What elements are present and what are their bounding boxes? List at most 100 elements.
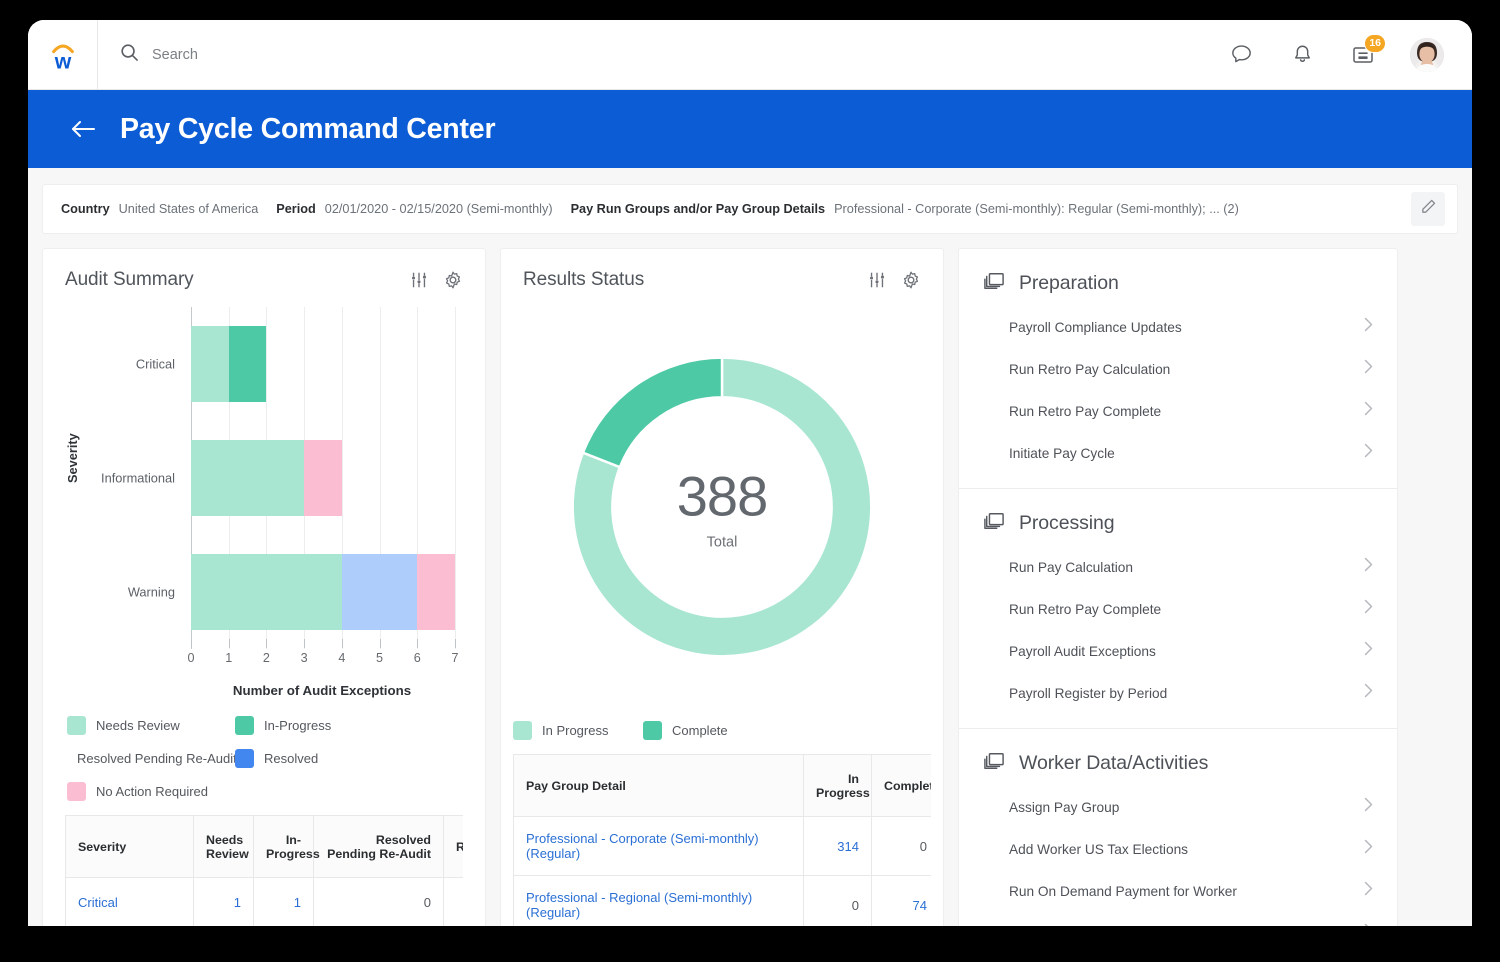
task-item[interactable]: Run Manual Payment for Worker bbox=[959, 912, 1397, 926]
task-item[interactable]: Payroll Compliance Updates bbox=[959, 306, 1397, 348]
legend-item[interactable]: In-Progress bbox=[235, 716, 331, 735]
task-panel: Preparation Payroll Compliance Updates Ru… bbox=[958, 248, 1398, 926]
bar-segment[interactable] bbox=[191, 554, 342, 630]
legend-swatch bbox=[67, 782, 86, 801]
search-input[interactable] bbox=[152, 43, 472, 67]
back-arrow-icon[interactable] bbox=[70, 119, 96, 139]
task-section: Worker Data/ActivitiesAssign Pay Group A… bbox=[959, 729, 1397, 926]
complete-cell[interactable]: 74 bbox=[872, 876, 932, 927]
table-row[interactable]: Critical1100 bbox=[66, 878, 464, 927]
task-item[interactable]: Initiate Pay Cycle bbox=[959, 432, 1397, 474]
legend-label: Resolved Pending Re-Audit bbox=[77, 751, 237, 766]
resolved-cell: 0 bbox=[444, 878, 464, 927]
donut-total-value: 388 bbox=[677, 464, 767, 529]
legend-item[interactable]: Complete bbox=[643, 721, 728, 740]
workday-logo[interactable]: w bbox=[28, 20, 98, 90]
audit-chart-legend: Needs Review In-Progress Resolved Pending … bbox=[43, 698, 485, 801]
pay-group-detail-cell[interactable]: Professional - Corporate (Semi-monthly) … bbox=[514, 817, 804, 876]
task-item[interactable]: Payroll Audit Exceptions bbox=[959, 630, 1397, 672]
chevron-right-icon bbox=[1364, 359, 1373, 379]
sliders-icon[interactable] bbox=[409, 270, 429, 290]
chevron-right-icon bbox=[1364, 881, 1373, 901]
paygroup-label: Pay Run Groups and/or Pay Group Details bbox=[571, 202, 826, 216]
bar-segment[interactable] bbox=[191, 326, 229, 402]
country-value: United States of America bbox=[119, 202, 259, 216]
bar-row[interactable]: Critical bbox=[191, 326, 455, 402]
legend-item[interactable]: Resolved Pending Re-Audit bbox=[67, 749, 235, 768]
task-item[interactable]: Payroll Register by Period bbox=[959, 672, 1397, 714]
legend-label: Needs Review bbox=[96, 718, 180, 733]
inbox-icon[interactable]: 16 bbox=[1349, 41, 1377, 69]
legend-item[interactable]: No Action Required bbox=[67, 782, 235, 801]
svg-text:w: w bbox=[53, 49, 71, 71]
bar-segment[interactable] bbox=[304, 440, 342, 516]
audit-table-header-cell: Severity bbox=[66, 816, 194, 878]
windows-stack-icon bbox=[983, 751, 1005, 776]
task-item-label: Assign Pay Group bbox=[1009, 800, 1119, 815]
donut-total-label: Total bbox=[677, 535, 767, 551]
audit-chart-xticks: 01234567 bbox=[191, 649, 455, 675]
edit-filters-button[interactable] bbox=[1411, 192, 1445, 226]
task-item[interactable]: Run Retro Pay Complete bbox=[959, 588, 1397, 630]
audit-table-header-cell: Resolved Pending Re-Audit bbox=[314, 816, 444, 878]
results-card-header: Results Status bbox=[501, 249, 943, 297]
gear-icon[interactable] bbox=[901, 270, 921, 290]
period-value: 02/01/2020 - 02/15/2020 (Semi-monthly) bbox=[325, 202, 553, 216]
in-progress-cell[interactable]: 1 bbox=[254, 878, 314, 927]
audit-summary-card: Audit Summary bbox=[42, 248, 486, 926]
bar-segment[interactable] bbox=[342, 554, 417, 630]
donut-segment[interactable] bbox=[583, 358, 722, 467]
results-donut-chart: 388 Total bbox=[501, 297, 943, 717]
chevron-right-icon bbox=[1364, 443, 1373, 463]
legend-item[interactable]: Resolved bbox=[235, 749, 318, 768]
table-row[interactable]: Professional - Corporate (Semi-monthly) … bbox=[514, 817, 932, 876]
results-table: Pay Group DetailIn ProgressComplete Prof… bbox=[513, 754, 931, 926]
task-section: Preparation Payroll Compliance Updates Ru… bbox=[959, 249, 1397, 489]
paygroup-value: Professional - Corporate (Semi-monthly):… bbox=[834, 202, 1239, 216]
tick-label: 5 bbox=[376, 651, 383, 665]
task-item[interactable]: Add Worker US Tax Elections bbox=[959, 828, 1397, 870]
notifications-icon[interactable] bbox=[1288, 41, 1316, 69]
legend-row: Needs Review In-Progress bbox=[67, 716, 485, 735]
bar-segment[interactable] bbox=[417, 554, 455, 630]
sliders-icon[interactable] bbox=[867, 270, 887, 290]
windows-stack-icon bbox=[983, 271, 1005, 296]
bar-row[interactable]: Warning bbox=[191, 554, 455, 630]
legend-label: Complete bbox=[672, 723, 728, 738]
audit-table: SeverityNeeds ReviewIn-ProgressResolved … bbox=[65, 815, 463, 926]
audit-bar-chart: Severity CriticalInformationalWarning 01… bbox=[43, 297, 485, 698]
bar-segment[interactable] bbox=[229, 326, 267, 402]
task-item-label: Run On Demand Payment for Worker bbox=[1009, 884, 1237, 899]
task-section-title: Processing bbox=[1019, 512, 1114, 535]
tick-label: 7 bbox=[451, 651, 458, 665]
legend-item[interactable]: Needs Review bbox=[67, 716, 235, 735]
task-item[interactable]: Assign Pay Group bbox=[959, 786, 1397, 828]
legend-label: In Progress bbox=[542, 723, 608, 738]
in-progress-cell[interactable]: 314 bbox=[804, 817, 872, 876]
task-item-label: Run Retro Pay Calculation bbox=[1009, 362, 1170, 377]
gear-icon[interactable] bbox=[443, 270, 463, 290]
task-section-title: Preparation bbox=[1019, 272, 1119, 295]
bar-row[interactable]: Informational bbox=[191, 440, 455, 516]
table-row[interactable]: Professional - Regional (Semi-monthly) (… bbox=[514, 876, 932, 927]
needs-review-cell[interactable]: 1 bbox=[194, 878, 254, 927]
avatar[interactable] bbox=[1410, 38, 1444, 72]
tick-mark bbox=[229, 639, 230, 648]
legend-item[interactable]: In Progress bbox=[513, 721, 643, 740]
task-item[interactable]: Run Pay Calculation bbox=[959, 546, 1397, 588]
tick-label: 0 bbox=[187, 651, 194, 665]
donut-center-text: 388 Total bbox=[677, 464, 767, 551]
chat-icon[interactable] bbox=[1227, 41, 1255, 69]
severity-cell[interactable]: Critical bbox=[66, 878, 194, 927]
bar-segment[interactable] bbox=[191, 440, 304, 516]
task-item[interactable]: Run Retro Pay Calculation bbox=[959, 348, 1397, 390]
pay-group-detail-cell[interactable]: Professional - Regional (Semi-monthly) (… bbox=[514, 876, 804, 927]
legend-label: No Action Required bbox=[96, 784, 208, 799]
task-item[interactable]: Run On Demand Payment for Worker bbox=[959, 870, 1397, 912]
chevron-right-icon bbox=[1364, 797, 1373, 817]
task-item[interactable]: Run Retro Pay Complete bbox=[959, 390, 1397, 432]
tick-mark bbox=[417, 639, 418, 648]
legend-label: In-Progress bbox=[264, 718, 331, 733]
tick-mark bbox=[342, 639, 343, 648]
filter-bar: Country United States of America Period … bbox=[42, 184, 1458, 234]
